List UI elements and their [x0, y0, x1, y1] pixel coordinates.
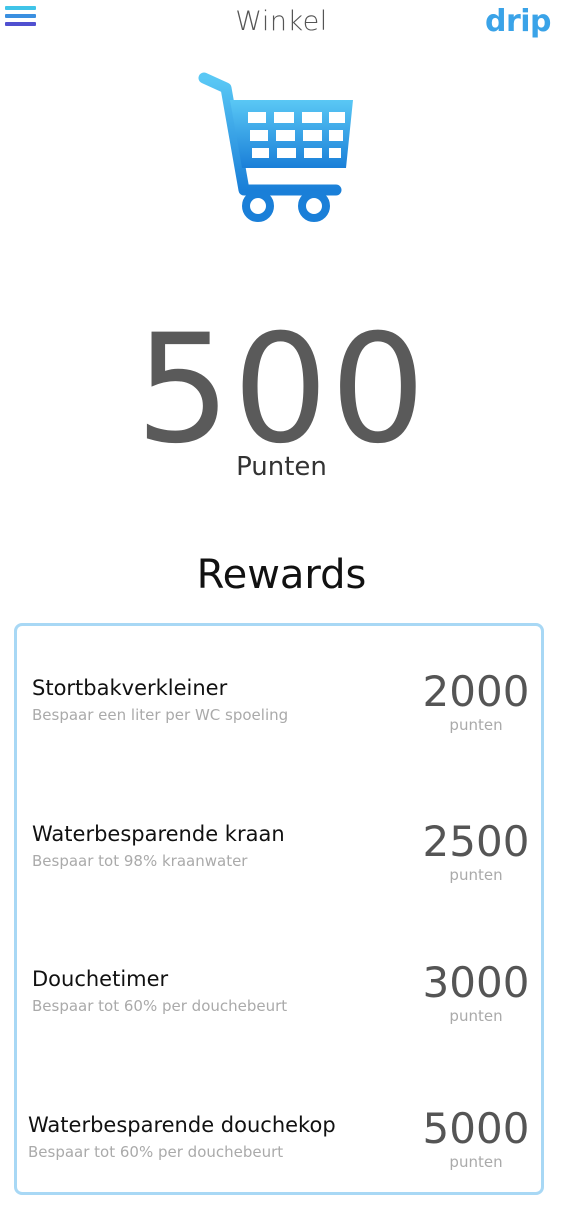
points-balance: 500 [135, 303, 428, 477]
reward-item-stortbakverkleiner[interactable]: Stortbakverkleiner Bespaar een liter per… [17, 668, 547, 766]
reward-item-waterbesparende-kraan[interactable]: Waterbesparende kraan Bespaar tot 98% kr… [17, 818, 547, 912]
reward-cost-unit: punten [449, 1007, 503, 1025]
reward-item-waterbesparende-douchekop[interactable]: Waterbesparende douchekop Bespaar tot 60… [17, 1105, 547, 1203]
rewards-heading: Rewards [196, 552, 367, 598]
reward-cost: 3000 [422, 958, 530, 1007]
page-title: Winkel [235, 6, 328, 37]
reward-cost-unit: punten [449, 866, 503, 884]
reward-description: Bespaar tot 60% per douchebeurt [28, 1143, 284, 1161]
reward-name: Stortbakverkleiner [32, 676, 228, 700]
reward-cost: 2500 [422, 817, 530, 866]
reward-cost-unit: punten [449, 1153, 503, 1171]
reward-description: Bespaar tot 98% kraanwater [32, 852, 248, 870]
reward-name: Douchetimer [32, 967, 169, 991]
reward-name: Waterbesparende kraan [32, 822, 285, 846]
reward-description: Bespaar tot 60% per douchebeurt [32, 997, 288, 1015]
reward-cost: 5000 [422, 1104, 530, 1153]
reward-cost: 2000 [422, 667, 530, 716]
header: Winkel drip [0, 0, 563, 50]
shop-screen: Winkel drip 500 Punten Rewards Stortbakv… [0, 0, 563, 1218]
reward-description: Bespaar een liter per WC spoeling [32, 706, 289, 724]
reward-name: Waterbesparende douchekop [28, 1113, 336, 1137]
reward-item-douchetimer[interactable]: Douchetimer Bespaar tot 60% per douchebe… [17, 959, 547, 1057]
reward-cost-unit: punten [449, 716, 503, 734]
rewards-list: Stortbakverkleiner Bespaar een liter per… [14, 623, 544, 1195]
shopping-cart-icon [196, 70, 361, 225]
brand-logo[interactable]: drip [485, 4, 552, 39]
points-label: Punten [236, 452, 327, 482]
